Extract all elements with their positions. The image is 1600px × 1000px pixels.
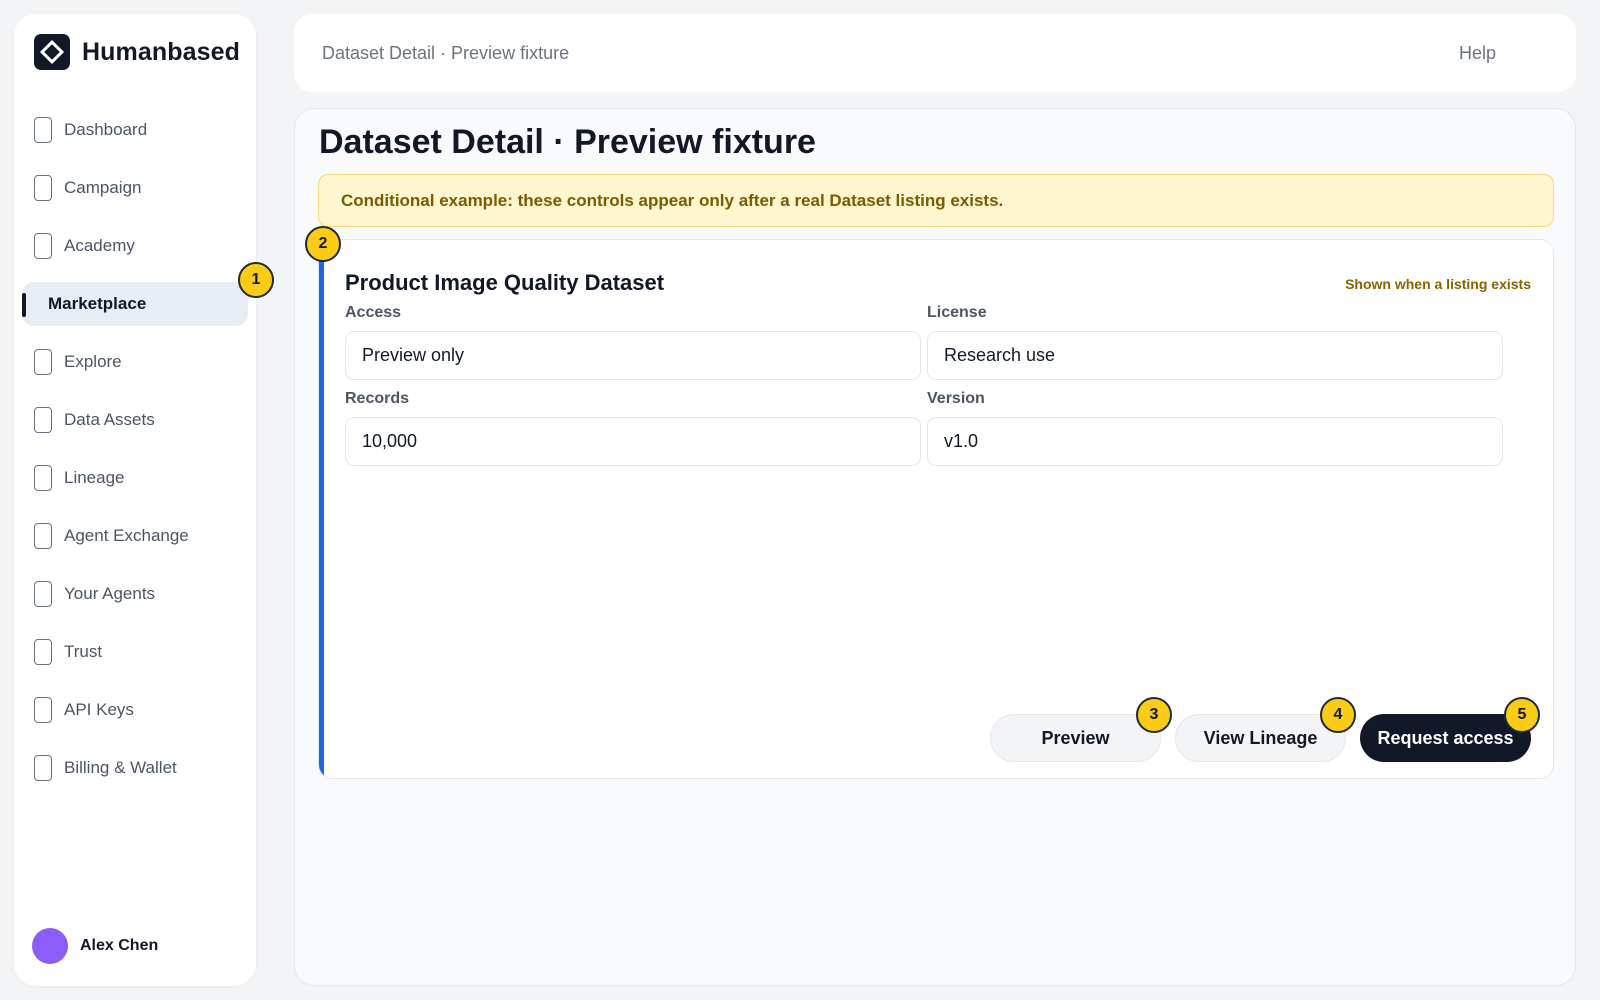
sidebar-item-data-assets[interactable]: Data Assets <box>22 398 248 442</box>
sidebar-item-label: Lineage <box>64 468 125 487</box>
sidebar-item-label: Academy <box>64 236 135 255</box>
status-badge-label: Shown when a listing exists <box>1345 276 1531 292</box>
card-accent-bar <box>319 240 324 778</box>
sidebar-item-label: Marketplace <box>48 294 147 313</box>
sidebar-item-label: Trust <box>64 642 103 661</box>
card-actions: Preview View Lineage Request access <box>990 714 1531 762</box>
sidebar-item-campaign[interactable]: Campaign <box>22 166 248 210</box>
breadcrumb: Dataset Detail · Preview fixture <box>322 42 570 63</box>
sidebar-item-label: Data Assets <box>64 410 155 429</box>
sidebar-item-label: Your Agents <box>64 584 156 603</box>
sidebar-item-trust[interactable]: Trust <box>22 630 248 674</box>
conditional-notice: Conditional example: these controls appe… <box>318 174 1554 227</box>
user-name: Alex Chen <box>80 937 159 954</box>
avatar <box>32 928 68 964</box>
dataset-card: Product Image Quality Dataset Shown when… <box>318 239 1554 779</box>
preview-button[interactable]: Preview <box>990 714 1161 762</box>
sidebar-item-dashboard[interactable]: Dashboard <box>22 108 248 152</box>
page-icon <box>34 233 52 259</box>
sidebar-item-explore[interactable]: Explore <box>22 340 248 384</box>
page-icon <box>34 407 52 433</box>
records-field: Records <box>345 390 921 466</box>
top-bar: Dataset Detail · Preview fixture Help <box>294 14 1576 92</box>
sidebar-nav: Dashboard Campaign Academy Marketplace E… <box>22 108 248 804</box>
user-profile[interactable]: Alex Chen <box>32 928 158 964</box>
version-input[interactable] <box>927 417 1503 466</box>
sidebar-item-label: Billing & Wallet <box>64 758 177 777</box>
records-input[interactable] <box>345 417 921 466</box>
access-field: Access <box>345 304 921 380</box>
records-label: Records <box>345 390 410 407</box>
sidebar-item-label: Dashboard <box>64 120 148 139</box>
license-input[interactable] <box>927 331 1503 380</box>
brand-logo-icon <box>34 34 70 70</box>
access-input[interactable] <box>345 331 921 380</box>
page-title: Dataset Detail · Preview fixture <box>319 123 816 161</box>
page-icon <box>34 117 52 143</box>
status-badge: Shown when a listing exists <box>1345 268 1531 300</box>
annotation-badge: 5 <box>1504 697 1540 733</box>
annotation-badge: 4 <box>1320 697 1356 733</box>
sidebar-item-label: Explore <box>64 352 122 371</box>
annotation-badge: 1 <box>238 262 274 298</box>
brand[interactable]: Humanbased <box>34 34 240 70</box>
page-icon <box>34 697 52 723</box>
page-icon <box>34 349 52 375</box>
sidebar: Humanbased Dashboard Campaign Academy Ma… <box>14 14 256 986</box>
sidebar-item-lineage[interactable]: Lineage <box>22 456 248 500</box>
page-icon <box>34 465 52 491</box>
main-panel: Dataset Detail · Preview fixture Conditi… <box>294 108 1576 986</box>
page-icon <box>34 755 52 781</box>
sidebar-item-your-agents[interactable]: Your Agents <box>22 572 248 616</box>
license-field: License <box>927 304 1503 380</box>
page-icon <box>34 639 52 665</box>
license-label: License <box>927 304 987 321</box>
version-label: Version <box>927 390 985 407</box>
sidebar-item-label: API Keys <box>64 700 134 719</box>
page-icon <box>34 581 52 607</box>
sidebar-item-label: Agent Exchange <box>64 526 189 545</box>
sidebar-item-api-keys[interactable]: API Keys <box>22 688 248 732</box>
page-icon <box>34 175 52 201</box>
annotation-badge: 3 <box>1136 697 1172 733</box>
access-label: Access <box>345 304 402 321</box>
sidebar-item-billing-wallet[interactable]: Billing & Wallet <box>22 746 248 790</box>
sidebar-item-academy[interactable]: Academy <box>22 224 248 268</box>
active-indicator <box>22 293 26 317</box>
sidebar-item-marketplace[interactable]: Marketplace <box>22 282 248 326</box>
sidebar-item-label: Campaign <box>64 178 142 197</box>
help-link[interactable]: Help <box>1459 43 1496 64</box>
brand-name: Humanbased <box>82 37 240 66</box>
annotation-badge: 2 <box>305 226 341 262</box>
dataset-title: Product Image Quality Dataset <box>345 270 665 295</box>
version-field: Version <box>927 390 1503 466</box>
sidebar-item-agent-exchange[interactable]: Agent Exchange <box>22 514 248 558</box>
page-icon <box>34 523 52 549</box>
